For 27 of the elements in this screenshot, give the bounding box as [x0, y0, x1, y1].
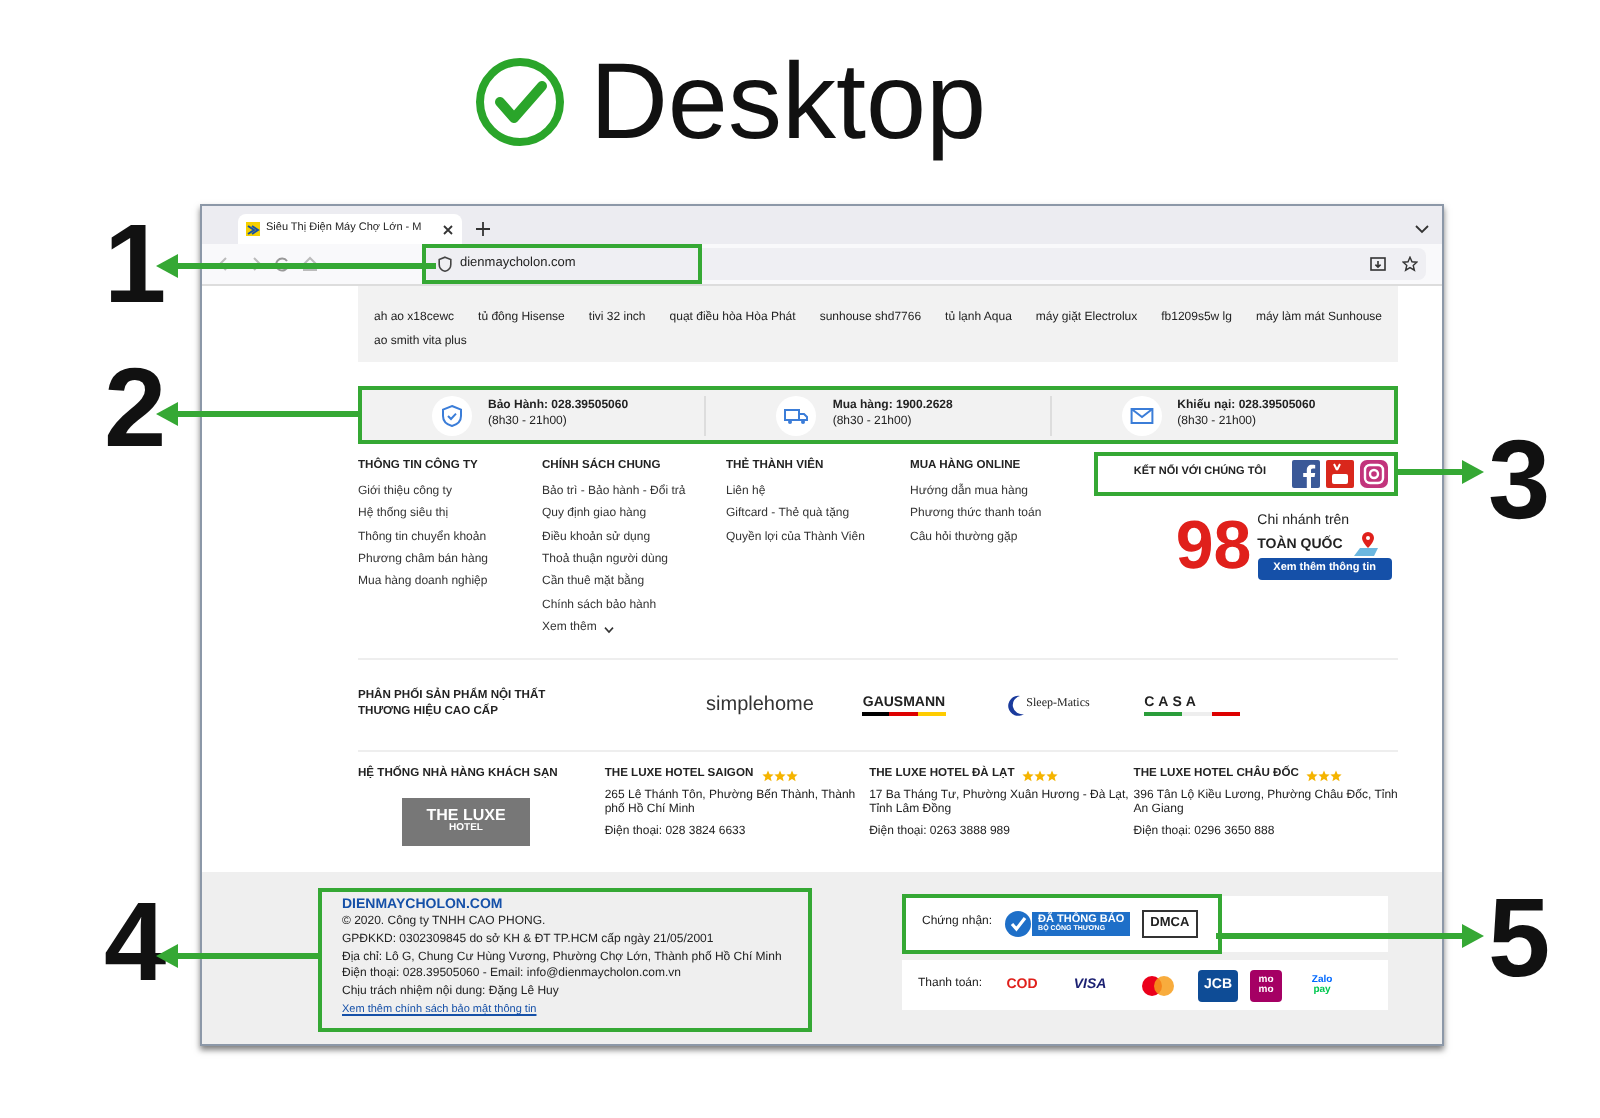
map-pin-icon	[1350, 530, 1383, 559]
callout-number: 3	[1488, 424, 1551, 536]
callout-number: 1	[104, 208, 167, 320]
callout-number: 4	[104, 886, 167, 998]
instagram-icon[interactable]	[1360, 460, 1388, 488]
callout-number: 5	[1488, 882, 1551, 994]
envelope-icon	[1129, 403, 1154, 427]
star-icon[interactable]	[1402, 256, 1418, 272]
moon-icon	[1006, 693, 1027, 717]
favicon-icon	[246, 222, 260, 236]
shield-icon	[440, 403, 464, 427]
truck-icon	[784, 403, 809, 427]
shield-icon	[438, 256, 452, 272]
circles-icon	[1142, 975, 1175, 995]
reload-icon[interactable]	[274, 256, 290, 272]
check-icon	[1004, 910, 1033, 938]
home-icon[interactable]	[302, 256, 318, 272]
chevron-down-icon	[604, 625, 615, 634]
close-icon[interactable]	[442, 223, 454, 235]
page-title: Desktop	[589, 48, 987, 156]
brand-logo: simplehome	[706, 692, 814, 718]
youtube-icon[interactable]	[1326, 460, 1354, 488]
facebook-icon[interactable]	[1292, 460, 1320, 488]
callout-number: 2	[104, 352, 167, 464]
check-circle-icon	[473, 56, 566, 148]
download-icon[interactable]	[1370, 256, 1386, 272]
branch-count: 98	[1175, 512, 1252, 580]
